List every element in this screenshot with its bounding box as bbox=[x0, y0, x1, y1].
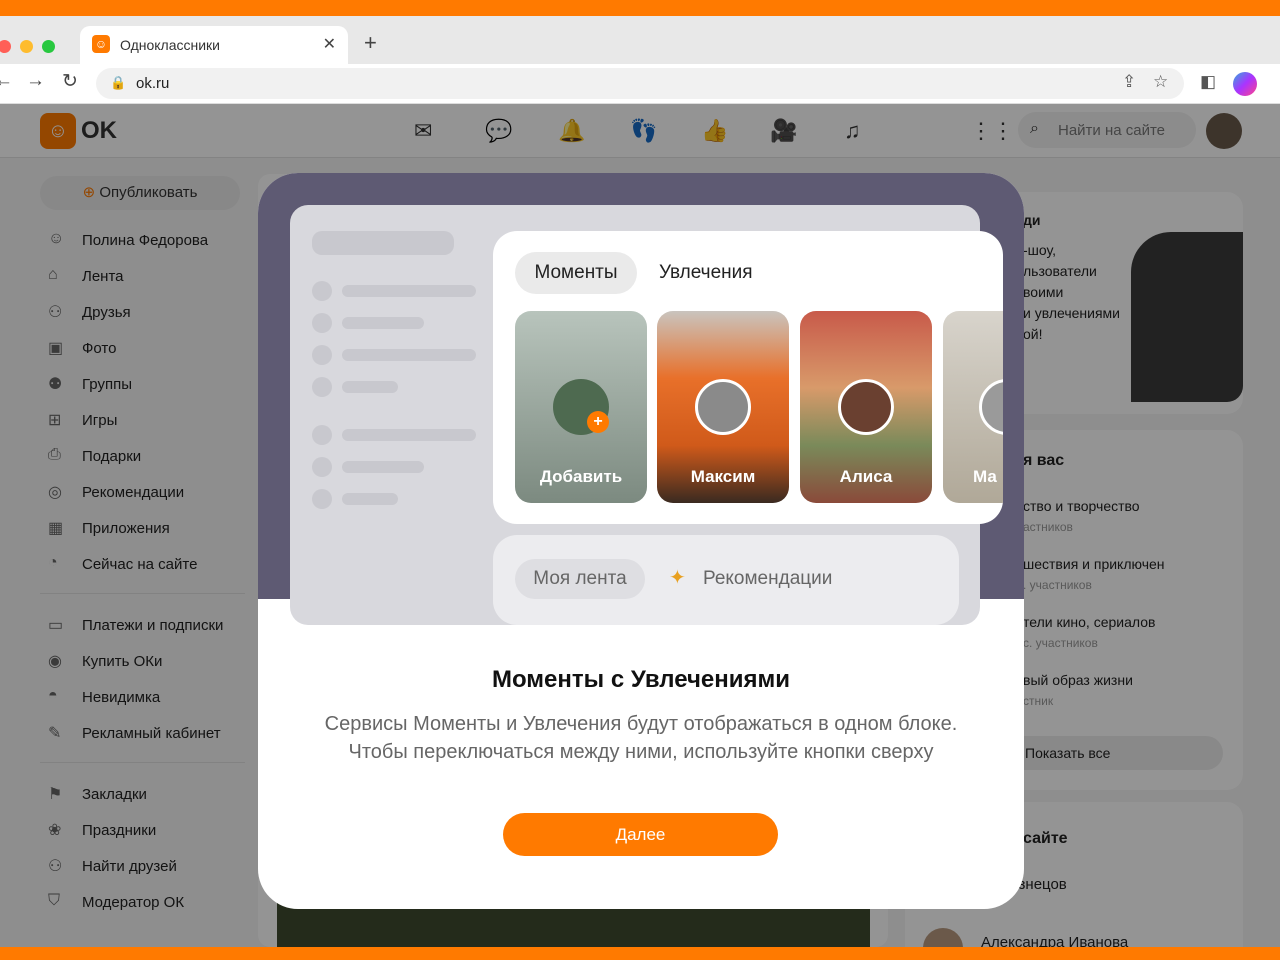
add-story-icon: + bbox=[587, 411, 609, 433]
skeleton-dot bbox=[312, 457, 332, 477]
forward-icon[interactable]: → bbox=[26, 70, 45, 92]
modal-illustration: Моменты Увлечения + Добавить Максим Алис… bbox=[258, 173, 1024, 625]
url-text: ok.ru bbox=[136, 75, 170, 92]
tab-moments[interactable]: Моменты bbox=[515, 252, 637, 294]
close-window-button[interactable] bbox=[0, 40, 11, 53]
bookmark-star-icon[interactable]: ☆ bbox=[1153, 72, 1168, 92]
sparkle-icon: ✦ bbox=[669, 567, 686, 589]
story-maxim[interactable]: Максим bbox=[657, 311, 789, 503]
story-avatar bbox=[838, 379, 894, 435]
story-name: Максим bbox=[690, 467, 756, 486]
back-icon[interactable]: ← bbox=[0, 70, 13, 92]
lock-icon: 🔒 bbox=[110, 75, 127, 90]
close-tab-icon[interactable]: ✕ bbox=[323, 34, 336, 54]
story-alisa[interactable]: Алиса bbox=[800, 311, 932, 503]
reload-icon[interactable]: ↻ bbox=[62, 70, 78, 93]
story-name: Алиса bbox=[839, 467, 893, 486]
onboarding-modal: Моменты Увлечения + Добавить Максим Алис… bbox=[258, 173, 1024, 909]
skeleton-dot bbox=[312, 281, 332, 301]
sidepanel-icon[interactable]: ◧ bbox=[1200, 72, 1216, 92]
browser-window: ☺ Одноклассники ✕ + ← → ↻ 🔒 ok.ru ⇪ ☆ ◧ … bbox=[0, 16, 1280, 947]
story-name: Добавить bbox=[539, 467, 623, 486]
tab-hobbies[interactable]: Увлечения bbox=[659, 262, 753, 284]
ok-favicon-icon: ☺ bbox=[92, 35, 110, 53]
feed-switcher: Моя лента ✦ Рекомендации bbox=[493, 535, 959, 625]
address-bar: ← → ↻ 🔒 ok.ru ⇪ ☆ ◧ bbox=[0, 64, 1280, 104]
skeleton-dot bbox=[312, 377, 332, 397]
tab-recommendations[interactable]: Рекомендации bbox=[703, 568, 832, 590]
skeleton-bar bbox=[342, 461, 424, 473]
minimize-window-button[interactable] bbox=[20, 40, 33, 53]
new-tab-icon[interactable]: + bbox=[364, 30, 377, 56]
tab-bar: ☺ Одноклассники ✕ + bbox=[0, 16, 1280, 64]
modal-title: Моменты с Увлечениями bbox=[491, 666, 791, 693]
browser-tab[interactable]: ☺ Одноклассники ✕ bbox=[80, 26, 348, 64]
skeleton-bar bbox=[342, 349, 476, 361]
ok-page: ☺ OK ✉ 💬 🔔 👣 👍 🎥 ♫ ⋮⋮ ⌕ Найти на сайте ⊕… bbox=[0, 104, 1280, 947]
skeleton-bar bbox=[342, 285, 476, 297]
story-add[interactable]: + Добавить bbox=[515, 311, 647, 503]
story-partial[interactable]: Ма bbox=[943, 311, 1003, 503]
next-button[interactable]: Далее bbox=[503, 813, 778, 856]
skeleton-dot bbox=[312, 425, 332, 445]
skeleton-bar bbox=[342, 317, 424, 329]
maximize-window-button[interactable] bbox=[42, 40, 55, 53]
skeleton-dot bbox=[312, 313, 332, 333]
skeleton-bar bbox=[342, 429, 476, 441]
moments-card: Моменты Увлечения + Добавить Максим Алис… bbox=[493, 231, 1003, 524]
modal-text: Сервисы Моменты и Увлечения будут отобра… bbox=[324, 713, 958, 763]
skeleton-bar bbox=[312, 231, 454, 255]
url-field[interactable]: 🔒 ok.ru bbox=[96, 68, 1184, 99]
skeleton-bar bbox=[342, 493, 398, 505]
tab-my-feed[interactable]: Моя лента bbox=[515, 559, 645, 599]
skeleton-bar bbox=[342, 381, 398, 393]
story-avatar bbox=[979, 379, 1003, 435]
skeleton-dot bbox=[312, 489, 332, 509]
story-avatar bbox=[695, 379, 751, 435]
story-name: Ма bbox=[973, 467, 997, 486]
share-icon[interactable]: ⇪ bbox=[1122, 72, 1136, 92]
tab-title: Одноклассники bbox=[120, 37, 221, 53]
skeleton-dot bbox=[312, 345, 332, 365]
browser-profile-avatar[interactable] bbox=[1233, 72, 1257, 96]
